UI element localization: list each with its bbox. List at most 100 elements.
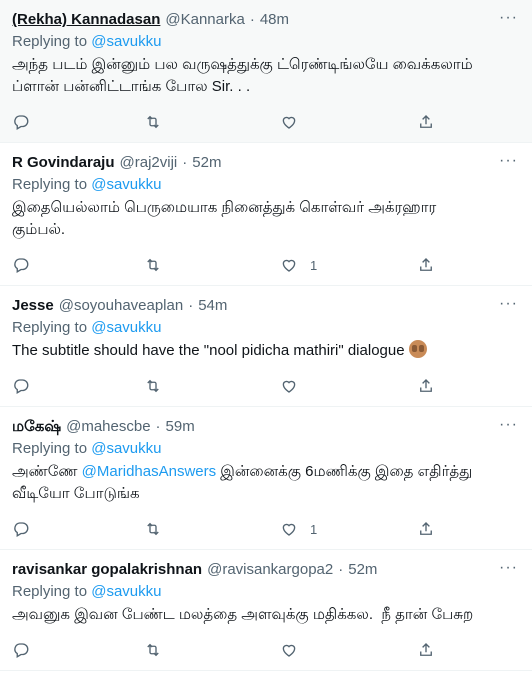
timestamp[interactable]: 54m bbox=[198, 296, 227, 316]
retweet-icon bbox=[147, 115, 159, 129]
tweet-text: அந்த படம் இன்னும் பல வருஷத்துக்கு ட்ரெண்… bbox=[12, 56, 477, 95]
reply-feed: (Rekha) Kannadasan @Kannarka · 48m ··· R… bbox=[0, 0, 532, 671]
reply-button[interactable] bbox=[12, 113, 144, 131]
share-button[interactable] bbox=[417, 520, 435, 538]
author-handle[interactable]: @soyouhaveaplan bbox=[59, 296, 183, 316]
retweet-button[interactable] bbox=[144, 520, 280, 538]
replying-to-mention[interactable]: @savukku bbox=[91, 440, 161, 457]
separator-dot: · bbox=[188, 297, 194, 314]
author-name[interactable]: (Rekha) Kannadasan bbox=[12, 10, 160, 30]
retweet-button[interactable] bbox=[144, 256, 280, 274]
tweet-actions: 1 bbox=[12, 509, 520, 549]
author-name[interactable]: மகேஷ் bbox=[12, 417, 61, 437]
timestamp[interactable]: 52m bbox=[348, 560, 377, 580]
see-no-evil-monkey-emoji bbox=[408, 340, 427, 358]
reply-icon bbox=[14, 115, 29, 130]
tweet-actions bbox=[12, 630, 520, 670]
tweet-actions bbox=[12, 102, 520, 142]
separator-dot: · bbox=[338, 561, 344, 578]
retweet-button[interactable] bbox=[144, 377, 280, 395]
share-button[interactable] bbox=[417, 113, 435, 131]
reply-button[interactable] bbox=[12, 641, 144, 659]
inline-mention[interactable]: @MaridhasAnswers bbox=[82, 463, 216, 480]
share-icon bbox=[420, 379, 432, 392]
like-icon bbox=[282, 523, 296, 536]
tweet-header: ravisankar gopalakrishnan @ravisankargop… bbox=[12, 560, 520, 580]
reply-tweet[interactable]: R Govindaraju @raj2viji · 52m ··· Replyi… bbox=[0, 143, 532, 286]
replying-to-mention[interactable]: @savukku bbox=[91, 33, 161, 50]
tweet-header: R Govindaraju @raj2viji · 52m bbox=[12, 153, 520, 173]
tweet-header: மகேஷ் @mahescbe · 59m bbox=[12, 417, 520, 437]
replying-to-label: Replying to bbox=[12, 176, 88, 193]
share-icon bbox=[420, 522, 432, 535]
author-name[interactable]: Jesse bbox=[12, 296, 54, 316]
tweet-text: அண்ணே @MaridhasAnswers இன்னைக்கு 6மணிக்க… bbox=[12, 461, 520, 505]
retweet-button[interactable] bbox=[144, 641, 280, 659]
like-button[interactable]: 1 bbox=[280, 520, 417, 538]
replying-to-mention[interactable]: @savukku bbox=[91, 319, 161, 336]
like-button[interactable] bbox=[280, 377, 417, 395]
retweet-icon bbox=[147, 522, 159, 536]
reply-tweet[interactable]: மகேஷ் @mahescbe · 59m ··· Replying to @s… bbox=[0, 407, 532, 550]
more-icon[interactable]: ··· bbox=[499, 560, 518, 576]
reply-icon bbox=[14, 643, 29, 658]
author-handle[interactable]: @mahescbe bbox=[66, 417, 150, 437]
tweet-text-pre: அண்ணே bbox=[12, 463, 82, 480]
replying-to-line: Replying to @savukku bbox=[12, 582, 520, 602]
author-name[interactable]: R Govindaraju bbox=[12, 153, 115, 173]
like-button[interactable] bbox=[280, 641, 417, 659]
replying-to-line: Replying to @savukku bbox=[12, 175, 520, 195]
author-handle[interactable]: @ravisankargopa2 bbox=[207, 560, 333, 580]
reply-button[interactable] bbox=[12, 520, 144, 538]
like-button[interactable] bbox=[280, 113, 417, 131]
share-icon bbox=[420, 258, 432, 271]
replying-to-mention[interactable]: @savukku bbox=[91, 583, 161, 600]
retweet-icon bbox=[147, 379, 159, 393]
replying-to-label: Replying to bbox=[12, 33, 88, 50]
reply-icon bbox=[14, 258, 29, 273]
like-count: 1 bbox=[310, 521, 318, 537]
replying-to-line: Replying to @savukku bbox=[12, 318, 520, 338]
retweet-icon bbox=[147, 643, 159, 657]
tweet-actions bbox=[12, 366, 520, 406]
separator-dot: · bbox=[249, 11, 255, 28]
separator-dot: · bbox=[155, 418, 161, 435]
more-icon[interactable]: ··· bbox=[499, 417, 518, 433]
replying-to-line: Replying to @savukku bbox=[12, 32, 520, 52]
timestamp[interactable]: 59m bbox=[166, 417, 195, 437]
tweet-header: Jesse @soyouhaveaplan · 54m bbox=[12, 296, 520, 316]
more-icon[interactable]: ··· bbox=[499, 296, 518, 312]
author-handle[interactable]: @Kannarka bbox=[165, 10, 244, 30]
reply-tweet[interactable]: (Rekha) Kannadasan @Kannarka · 48m ··· R… bbox=[0, 0, 532, 143]
more-icon[interactable]: ··· bbox=[499, 10, 518, 26]
tweet-header: (Rekha) Kannadasan @Kannarka · 48m bbox=[12, 10, 520, 30]
tweet-text: அவனுக இவன பேண்ட மலத்தை அளவுக்கு மதிக்கல.… bbox=[12, 606, 474, 623]
share-icon bbox=[420, 115, 432, 128]
share-button[interactable] bbox=[417, 641, 435, 659]
tweet-text-body: The subtitle should have the "nool pidic… bbox=[12, 342, 409, 359]
tweet-text: The subtitle should have the "nool pidic… bbox=[12, 340, 520, 362]
more-icon[interactable]: ··· bbox=[499, 153, 518, 169]
share-button[interactable] bbox=[417, 377, 435, 395]
share-button[interactable] bbox=[417, 256, 435, 274]
reply-tweet[interactable]: ravisankar gopalakrishnan @ravisankargop… bbox=[0, 550, 532, 671]
retweet-button[interactable] bbox=[144, 113, 280, 131]
share-icon bbox=[420, 643, 432, 656]
separator-dot: · bbox=[182, 154, 188, 171]
reply-button[interactable] bbox=[12, 256, 144, 274]
reply-icon bbox=[14, 522, 29, 537]
like-button[interactable]: 1 bbox=[280, 256, 417, 274]
timestamp[interactable]: 52m bbox=[192, 153, 221, 173]
timestamp[interactable]: 48m bbox=[260, 10, 289, 30]
reply-button[interactable] bbox=[12, 377, 144, 395]
tweet-actions: 1 bbox=[12, 245, 520, 285]
like-icon bbox=[282, 259, 296, 272]
replying-to-label: Replying to bbox=[12, 319, 88, 336]
like-count: 1 bbox=[310, 257, 318, 273]
author-handle[interactable]: @raj2viji bbox=[120, 153, 178, 173]
replying-to-mention[interactable]: @savukku bbox=[91, 176, 161, 193]
like-icon bbox=[282, 380, 296, 393]
reply-tweet[interactable]: Jesse @soyouhaveaplan · 54m ··· Replying… bbox=[0, 286, 532, 407]
author-name[interactable]: ravisankar gopalakrishnan bbox=[12, 560, 202, 580]
replying-to-line: Replying to @savukku bbox=[12, 439, 520, 459]
